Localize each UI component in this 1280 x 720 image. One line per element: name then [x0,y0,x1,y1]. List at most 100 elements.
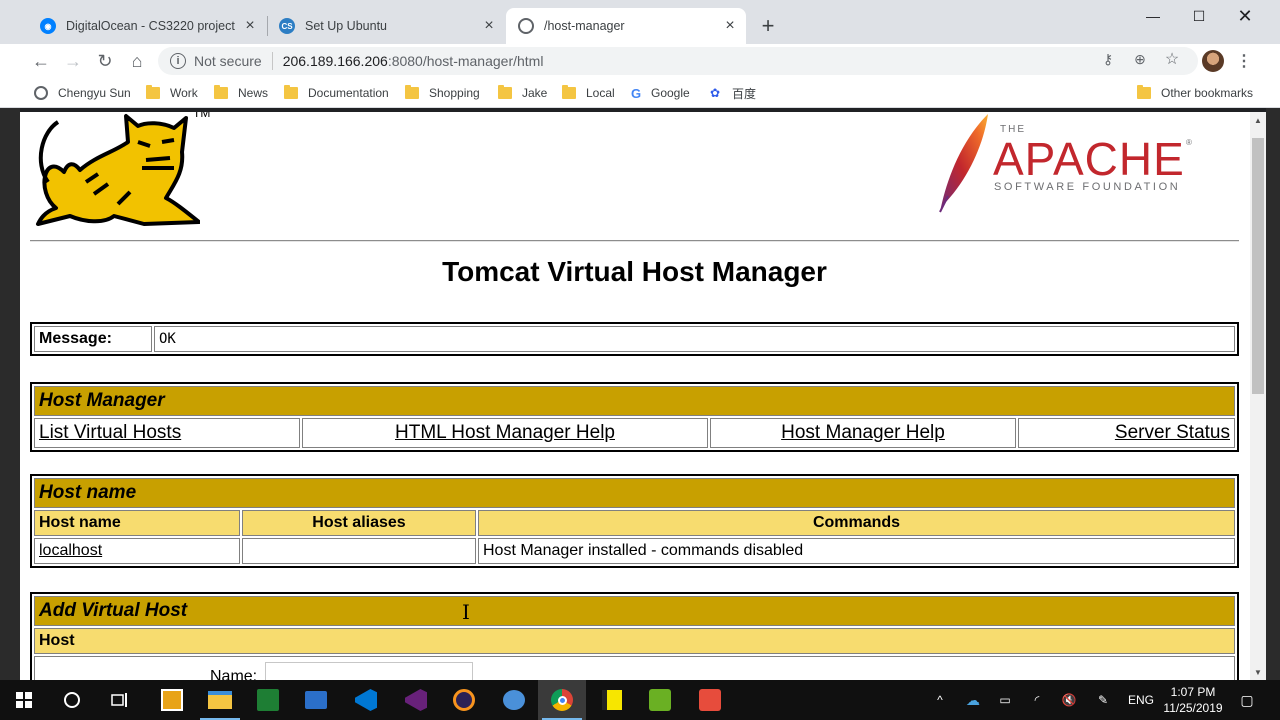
folder-icon [284,85,298,99]
onedrive-icon[interactable]: ☁ [962,680,984,720]
close-icon[interactable]: × [720,16,740,36]
bookmark-label: Work [170,86,198,100]
bookmark-label: Shopping [429,86,480,100]
registered-icon: ® [1186,138,1192,147]
url-path: :8080/host-manager/html [387,53,544,69]
battery-icon[interactable]: ▭ [994,680,1016,720]
avatar[interactable] [1202,50,1224,72]
column-header: Commands [478,510,1235,536]
star-icon[interactable]: ☆ [1163,50,1181,68]
tab-host-manager[interactable]: /host-manager × [506,8,746,44]
sticky-notes-icon[interactable] [588,680,636,720]
new-tab-button[interactable]: + [756,13,780,38]
divider [271,52,273,70]
close-icon[interactable]: × [479,16,499,36]
tab-strip: ◉ DigitalOcean - CS3220 project × CS Set… [0,0,1280,44]
cs-icon: CS [279,18,295,34]
recorder-icon[interactable] [686,680,734,720]
close-window-button[interactable]: ✕ [1222,0,1268,32]
scroll-up-icon[interactable]: ▲ [1250,112,1266,128]
chevron-up-icon[interactable]: ^ [930,680,950,720]
chat-app-icon[interactable] [490,680,538,720]
table-row: localhost Host Manager installed - comma… [34,538,1235,564]
bookmark-chengyu-sun[interactable]: Chengyu Sun [34,85,131,101]
other-bookmarks[interactable]: Other bookmarks [1137,85,1253,101]
bookmark-label: Other bookmarks [1161,86,1254,100]
menu-icon[interactable]: ⋮ [1236,50,1252,72]
host-name-input[interactable] [265,662,473,680]
home-button[interactable]: ⌂ [123,47,151,75]
close-icon[interactable]: × [240,16,260,36]
clock[interactable]: 1:07 PM 11/25/2019 [1158,684,1228,716]
tab-set-up-ubuntu[interactable]: CS Set Up Ubuntu × [267,8,505,44]
reload-button[interactable]: ↻ [91,47,119,75]
bookmark-label: Documentation [308,86,389,100]
eclipse-icon[interactable] [440,680,488,720]
wifi-icon[interactable]: ◜ [1026,680,1048,720]
address-bar[interactable]: i Not secure 206.189.166.206 :8080/host-… [158,47,1198,75]
bookmark-baidu[interactable]: ✿ 百度 [708,85,756,101]
host-manager-table: Host Manager List Virtual Hosts HTML Hos… [30,382,1239,452]
tab-digitalocean[interactable]: ◉ DigitalOcean - CS3220 project × [28,8,266,44]
pen-icon[interactable]: ✎ [1092,680,1114,720]
windows-start-icon[interactable] [0,680,48,720]
list-virtual-hosts-link[interactable]: List Virtual Hosts [39,422,181,443]
bookmark-label: Local [586,86,615,100]
page-scrollbar[interactable]: ▲ ▼ [1250,112,1266,680]
bookmark-google[interactable]: G Google [629,85,690,101]
info-icon[interactable]: i [170,53,186,69]
vscode-icon[interactable] [342,680,390,720]
section-heading: Host name [34,478,1235,508]
language-indicator[interactable]: ENG [1124,680,1158,720]
bookmark-documentation[interactable]: Documentation [284,85,389,101]
scroll-thumb[interactable] [1252,138,1264,394]
file-explorer-icon[interactable] [196,680,244,720]
maximize-button[interactable]: ☐ [1176,0,1222,32]
folder-icon [498,85,512,99]
forward-button[interactable]: → [59,47,87,75]
host-link-localhost[interactable]: localhost [39,542,102,559]
network-app-icon[interactable] [292,680,340,720]
bookmark-label: News [238,86,269,100]
section-heading: Add Virtual Host [34,596,1235,626]
store-icon[interactable] [244,680,292,720]
google-icon: G [630,85,642,101]
minimize-button[interactable]: — [1130,0,1176,32]
bookmark-shopping[interactable]: Shopping [405,85,480,101]
task-view-icon[interactable] [96,680,144,720]
bookmark-news[interactable]: News [214,85,268,101]
folder-icon [1137,85,1151,99]
host-commands-cell: Host Manager installed - commands disabl… [478,538,1235,564]
key-icon[interactable]: ⚷ [1099,50,1117,68]
apache-subtitle: SOFTWARE FOUNDATION [994,181,1181,193]
clock-date: 11/25/2019 [1163,701,1223,715]
tab-label: DigitalOcean - CS3220 project [66,19,235,33]
app-puzzle-icon[interactable] [148,680,196,720]
taskbar: ^ ☁ ▭ ◜ 🔇 ✎ ENG 1:07 PM 11/25/2019 ▢ [0,680,1280,720]
camtasia-icon[interactable] [636,680,684,720]
back-button[interactable]: ← [27,47,55,75]
chrome-icon[interactable] [538,680,586,720]
zoom-icon[interactable]: ⊕ [1131,50,1149,68]
scroll-down-icon[interactable]: ▼ [1250,664,1266,680]
folder-icon [562,85,576,99]
globe-icon [34,86,48,100]
host-manager-help-link[interactable]: Host Manager Help [781,422,945,443]
folder-icon [405,85,419,99]
bookmark-work[interactable]: Work [146,85,198,101]
digitalocean-icon: ◉ [40,18,56,34]
server-status-link[interactable]: Server Status [1115,422,1230,443]
column-header: Host aliases [242,510,476,536]
bookmark-label: Jake [522,86,548,100]
url-host: 206.189.166.206 [282,53,388,69]
page-title: Tomcat Virtual Host Manager [442,256,827,287]
bookmark-jake[interactable]: Jake [498,85,547,101]
search-icon[interactable] [48,680,96,720]
bookmark-local[interactable]: Local [562,85,615,101]
volume-muted-icon[interactable]: 🔇 [1058,680,1080,720]
html-host-manager-help-link[interactable]: HTML Host Manager Help [395,422,615,443]
bookmark-label: Google [651,86,690,100]
visual-studio-icon[interactable] [392,680,440,720]
bookmarks-bar: Chengyu Sun Work News Documentation Shop… [0,78,1280,108]
notifications-icon[interactable]: ▢ [1234,680,1260,720]
